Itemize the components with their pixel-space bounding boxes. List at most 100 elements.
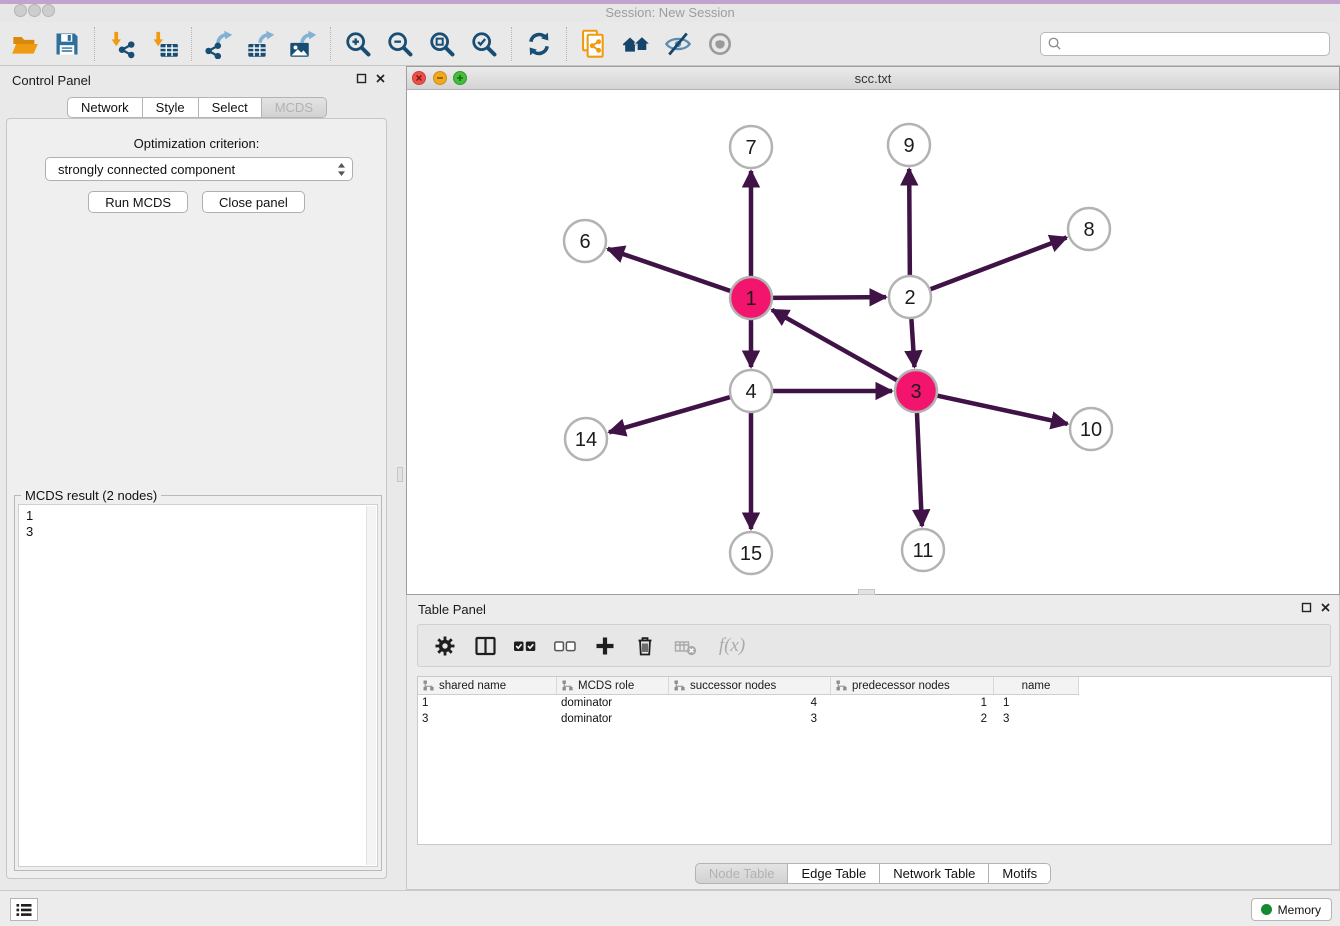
network-from-file-button[interactable]	[573, 25, 615, 63]
graph-edge-1-6[interactable]	[608, 249, 733, 292]
table-cell[interactable]: 1	[418, 695, 557, 711]
open-session-button[interactable]	[4, 25, 46, 63]
graph-node-9[interactable]: 9	[888, 124, 930, 166]
float-table-panel-icon[interactable]	[1301, 602, 1312, 613]
table-row[interactable]: 1dominator411	[418, 695, 1331, 711]
control-tab-select[interactable]: Select	[199, 97, 262, 118]
graph-node-6[interactable]: 6	[564, 220, 606, 262]
graph-node-7[interactable]: 7	[730, 126, 772, 168]
control-panel: Control Panel NetworkStyleSelectMCDS Opt…	[0, 66, 394, 882]
svg-text:9: 9	[903, 135, 914, 157]
zoom-out-button[interactable]	[379, 25, 421, 63]
zoom-in-button[interactable]	[337, 25, 379, 63]
table-cell[interactable]: dominator	[557, 711, 669, 727]
graph-edge-1-2[interactable]	[770, 297, 886, 298]
status-bar: Memory	[0, 890, 1340, 926]
graph-node-10[interactable]: 10	[1070, 408, 1112, 450]
table-cell[interactable]: 3	[994, 711, 1079, 727]
column-header-MCDS-role[interactable]: MCDS role	[557, 677, 669, 694]
toggle-panel-button[interactable]	[472, 633, 498, 659]
main-toolbar	[0, 22, 1340, 66]
table-row[interactable]: 3dominator323	[418, 711, 1331, 727]
float-panel-icon[interactable]	[356, 73, 367, 84]
result-scrollbar[interactable]	[366, 506, 376, 865]
run-mcds-button[interactable]: Run MCDS	[88, 191, 188, 213]
graph-node-14[interactable]: 14	[565, 418, 607, 460]
mcds-result-list: 13	[19, 506, 365, 865]
table-tab-edge-table[interactable]: Edge Table	[788, 863, 880, 884]
control-panel-tabs: NetworkStyleSelectMCDS	[0, 97, 394, 118]
split-grip-horizontal[interactable]	[858, 589, 875, 595]
table-cell[interactable]: 3	[669, 711, 831, 727]
graph-node-11[interactable]: 11	[902, 529, 944, 571]
table-tab-network-table[interactable]: Network Table	[880, 863, 989, 884]
graph-edge-2-9[interactable]	[909, 169, 910, 278]
control-tab-style[interactable]: Style	[143, 97, 199, 118]
graph-edge-4-14[interactable]	[609, 396, 733, 432]
apply-layout-button[interactable]	[615, 25, 657, 63]
delete-table-button[interactable]	[672, 633, 698, 659]
table-tab-motifs[interactable]: Motifs	[989, 863, 1051, 884]
svg-text:15: 15	[740, 543, 762, 565]
graph-edge-2-8[interactable]	[928, 238, 1067, 291]
table-cell[interactable]: 3	[418, 711, 557, 727]
column-header-predecessor-nodes[interactable]: predecessor nodes	[831, 677, 994, 694]
refresh-icon	[525, 30, 553, 58]
control-tab-mcds[interactable]: MCDS	[262, 97, 327, 118]
graph-edge-3-11[interactable]	[917, 410, 922, 526]
graph-node-15[interactable]: 15	[730, 532, 772, 574]
table-cell[interactable]: 2	[831, 711, 994, 727]
export-image-button[interactable]	[282, 25, 324, 63]
add-column-button[interactable]	[592, 633, 618, 659]
control-tab-network[interactable]: Network	[67, 97, 143, 118]
graph-edge-3-1[interactable]	[772, 310, 900, 382]
graph-node-8[interactable]: 8	[1068, 208, 1110, 250]
graph-edge-2-3[interactable]	[911, 316, 914, 367]
zoom-selected-button[interactable]	[463, 25, 505, 63]
network-view-title: scc.txt	[407, 71, 1339, 86]
close-table-panel-icon[interactable]	[1320, 602, 1331, 613]
column-label: predecessor nodes	[852, 680, 950, 692]
show-graphics-details-button[interactable]	[699, 25, 741, 63]
graph-node-4[interactable]: 4	[730, 370, 772, 412]
save-session-button[interactable]	[46, 25, 88, 63]
search-input[interactable]	[1062, 34, 1329, 54]
function-builder-button[interactable]: f(x)	[712, 633, 752, 659]
refresh-network-button[interactable]	[518, 25, 560, 63]
graph-edge-3-10[interactable]	[935, 395, 1068, 424]
select-all-icon	[513, 635, 537, 657]
table-tab-node-table[interactable]: Node Table	[695, 863, 789, 884]
network-canvas[interactable]: 1 2 3 4 6 7 8 9 10 11 14 15	[407, 90, 1339, 594]
memory-button[interactable]: Memory	[1251, 898, 1332, 921]
trash-icon	[634, 635, 656, 657]
plus-icon	[594, 635, 616, 657]
unselect-all-button[interactable]	[552, 633, 578, 659]
column-header-shared-name[interactable]: shared name	[418, 677, 557, 694]
zoom-fit-button[interactable]	[421, 25, 463, 63]
import-network-button[interactable]	[101, 25, 143, 63]
close-panel-button[interactable]: Close panel	[202, 191, 305, 213]
table-cell[interactable]: 4	[669, 695, 831, 711]
table-cell[interactable]: 1	[994, 695, 1079, 711]
graph-node-1[interactable]: 1	[730, 277, 772, 319]
column-header-successor-nodes[interactable]: successor nodes	[669, 677, 831, 694]
table-cell[interactable]: dominator	[557, 695, 669, 711]
table-settings-button[interactable]	[432, 633, 458, 659]
select-all-button[interactable]	[512, 633, 538, 659]
eye-icon	[706, 30, 734, 58]
criterion-dropdown[interactable]: strongly connected component	[45, 157, 353, 181]
graph-node-2[interactable]: 2	[889, 276, 931, 318]
hide-graphics-details-button[interactable]	[657, 25, 699, 63]
network-graph[interactable]: 1 2 3 4 6 7 8 9 10 11 14 15	[407, 90, 1339, 594]
task-history-button[interactable]	[10, 898, 38, 921]
delete-column-button[interactable]	[632, 633, 658, 659]
split-grip-vertical[interactable]	[397, 467, 403, 482]
table-cell[interactable]: 1	[831, 695, 994, 711]
graph-node-3[interactable]: 3	[895, 370, 937, 412]
column-label: name	[1022, 680, 1051, 692]
column-header-name[interactable]: name	[994, 677, 1079, 694]
export-table-button[interactable]	[240, 25, 282, 63]
export-network-button[interactable]	[198, 25, 240, 63]
close-panel-icon[interactable]	[375, 73, 386, 84]
import-table-button[interactable]	[143, 25, 185, 63]
